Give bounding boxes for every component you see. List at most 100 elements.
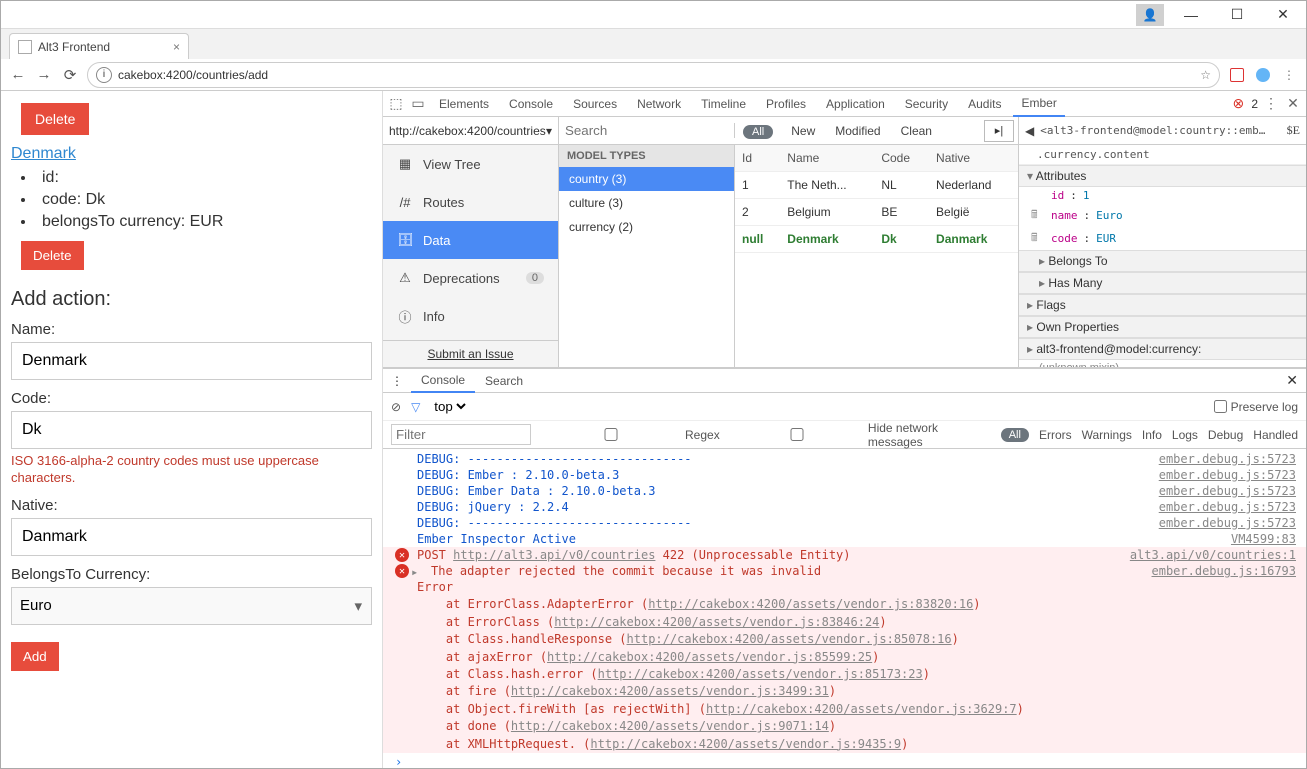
level-all[interactable]: All [1001,428,1029,442]
tab-ember[interactable]: Ember [1013,91,1064,117]
col-header[interactable]: Id [735,145,780,172]
level-errors[interactable]: Errors [1039,428,1072,442]
drawer-tab-console[interactable]: Console [411,369,475,393]
level-handled[interactable]: Handled [1253,428,1298,442]
sidebar-item-deprecations[interactable]: ⚠Deprecations0 [383,259,558,297]
minimize-button[interactable]: — [1168,1,1214,29]
table-row[interactable]: 1The Neth...NLNederland [735,172,1018,199]
filter-modified[interactable]: Modified [825,124,890,138]
sidebar-item-viewtree[interactable]: ▦View Tree [383,145,558,183]
name-label: Name: [11,321,372,338]
records-table: IdNameCodeNative 1The Neth...NLNederland… [735,145,1018,367]
tab-application[interactable]: Application [818,91,893,117]
delete-button-2[interactable]: Delete [21,241,84,270]
inspect-icon[interactable]: ⬚ [387,95,405,113]
filter-icon[interactable]: ▽ [411,400,420,414]
inspector-nav-icon[interactable]: ▸| [984,120,1014,142]
user-icon[interactable]: 👤 [1136,4,1164,26]
tab-sources[interactable]: Sources [565,91,625,117]
tab-security[interactable]: Security [897,91,956,117]
drawer-menu-icon[interactable]: ⋮ [383,374,411,388]
model-item[interactable]: culture (3) [559,191,734,215]
ext1-icon[interactable] [1228,66,1246,84]
clear-console-icon[interactable]: ⊘ [391,400,401,414]
console-prompt[interactable]: › [383,753,1306,768]
tab-audits[interactable]: Audits [960,91,1009,117]
devtools-close-icon[interactable]: ✕ [1284,95,1302,113]
tab-timeline[interactable]: Timeline [693,91,754,117]
delete-button[interactable]: Delete [21,103,89,135]
context-select[interactable]: top [430,398,469,415]
level-warnings[interactable]: Warnings [1082,428,1132,442]
warning-icon: ⚠ [397,270,413,286]
drawer-tab-search[interactable]: Search [475,369,533,393]
model-item[interactable]: country (3) [559,167,734,191]
tab-elements[interactable]: Elements [431,91,497,117]
site-info-icon[interactable]: i [96,67,112,83]
back-icon[interactable]: ◀ [1025,124,1034,138]
tab-profiles[interactable]: Profiles [758,91,814,117]
inspector-url-dropdown[interactable]: http://cakebox:4200/countries ▾ [383,117,559,144]
filter-clean[interactable]: Clean [891,124,942,138]
sidebar-item-info[interactable]: ⓘInfo [383,297,558,335]
section-own-properties[interactable]: Own Properties [1019,316,1306,338]
back-icon[interactable]: ← [9,66,27,84]
drawer-close-icon[interactable]: ✕ [1278,372,1306,389]
browser-tab[interactable]: Alt3 Frontend × [9,33,189,59]
col-header[interactable]: Name [780,145,874,172]
submit-issue-link[interactable]: Submit an Issue [383,340,558,367]
property-row: id: 1 [1019,187,1306,204]
console-filter-input[interactable] [391,424,531,445]
star-icon[interactable]: ☆ [1200,68,1211,82]
url-field[interactable]: i cakebox:4200/countries/add ☆ [87,62,1220,88]
level-debug[interactable]: Debug [1208,428,1243,442]
table-row[interactable]: 2BelgiumBEBelgië [735,199,1018,226]
native-input[interactable] [11,518,372,556]
device-icon[interactable]: ▭ [409,95,427,113]
stack-frame: at Object.fireWith [as rejectWith] (http… [383,701,1306,718]
tab-network[interactable]: Network [629,91,689,117]
filter-all[interactable]: All [743,125,773,139]
section-attributes[interactable]: Attributes [1019,165,1306,187]
model-search-input[interactable] [565,123,728,138]
section-belongsto[interactable]: Belongs To [1019,250,1306,272]
currency-select[interactable]: Euro [11,587,372,625]
forward-icon[interactable]: → [35,66,53,84]
ext2-icon[interactable] [1254,66,1272,84]
name-input[interactable] [11,342,372,380]
tab-console[interactable]: Console [501,91,561,117]
section-flags[interactable]: Flags [1019,294,1306,316]
level-logs[interactable]: Logs [1172,428,1198,442]
app-pane: Delete Denmark id: code: Dk belongsTo cu… [1,91,383,768]
devtools-menu-icon[interactable]: ⋮ [1262,95,1280,113]
model-types-header: MODEL TYPES [559,145,734,167]
object-subpath: .currency.content [1019,145,1306,165]
error-indicator-icon[interactable]: ⊗ [1229,95,1247,113]
console-line: DEBUG: jQuery : 2.2.4ember.debug.js:5723 [383,499,1306,515]
hide-network-checkbox[interactable]: Hide network messages [730,421,991,449]
level-info[interactable]: Info [1142,428,1162,442]
code-input[interactable] [11,411,372,449]
maximize-button[interactable]: ☐ [1214,1,1260,29]
close-icon[interactable]: × [173,40,180,54]
col-header[interactable]: Native [929,145,1018,172]
preserve-log-checkbox[interactable]: Preserve log [1214,400,1298,414]
country-link[interactable]: Denmark [11,145,76,162]
section-model-currency[interactable]: alt3-frontend@model:currency: [1019,338,1306,360]
close-button[interactable]: ✕ [1260,1,1306,29]
add-button[interactable]: Add [11,642,59,671]
menu-icon[interactable]: ⋮ [1280,66,1298,84]
evar-button[interactable]: $E [1287,123,1300,138]
regex-checkbox[interactable]: Regex [541,428,720,442]
property-row: 🖩name: Euro [1019,204,1306,227]
model-item[interactable]: currency (2) [559,215,734,239]
table-row[interactable]: nullDenmarkDkDanmark [735,226,1018,253]
sidebar-item-routes[interactable]: /#Routes [383,183,558,221]
chevron-down-icon: ▾ [546,124,552,138]
filter-new[interactable]: New [781,124,825,138]
reload-icon[interactable]: ⟳ [61,66,79,84]
col-header[interactable]: Code [874,145,929,172]
tab-title: Alt3 Frontend [38,40,110,54]
sidebar-item-data[interactable]: 🗄Data [383,221,558,259]
section-hasmany[interactable]: Has Many [1019,272,1306,294]
